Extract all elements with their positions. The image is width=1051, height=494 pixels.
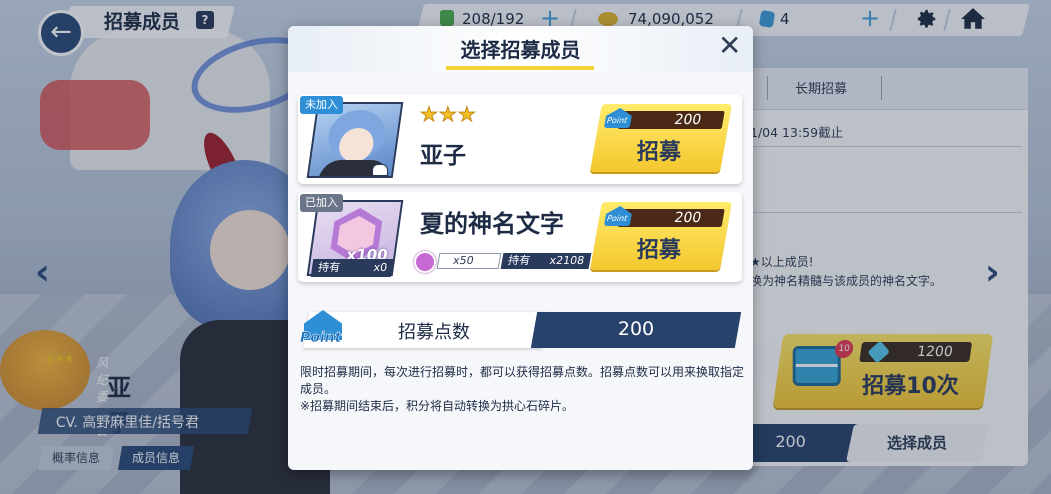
- recruit-points-bar: Point 招募点数 200: [298, 310, 742, 352]
- description-note: ※招募期间结束后，积分将自动转换为拱心石碎片。: [300, 399, 575, 413]
- select-recruit-member-dialog: 选择招募成员 ✕ 未加入 ★★★ 亚子 200 Point 招募 已加入 x10…: [288, 26, 753, 470]
- member-name: 亚子: [420, 143, 466, 169]
- close-icon[interactable]: ✕: [718, 32, 741, 60]
- point-logo-icon: Point: [298, 308, 346, 352]
- point-cost: 200: [617, 111, 725, 129]
- member-name: 夏的神名文字: [420, 210, 564, 238]
- description-line: 限时招募期间，每次进行招募时，都可以获得招募点数。招募点数可以用来换取指定成员。: [300, 365, 745, 396]
- recruit-label: 招募: [636, 140, 681, 165]
- recruit-label: 招募: [636, 238, 681, 263]
- status-badge: 未加入: [300, 96, 343, 114]
- fragment-owned: 持有 x0: [310, 259, 394, 277]
- dialog-title: 选择招募成员: [460, 38, 581, 62]
- link-icon: [372, 164, 388, 176]
- eligma-row: x50 持有 x2108: [414, 251, 592, 273]
- rarity-stars: ★★★: [420, 102, 477, 127]
- eligma-icon: [414, 251, 436, 273]
- recruit-description: 限时招募期间，每次进行招募时，都可以获得招募点数。招募点数可以用来换取指定成员。…: [300, 364, 746, 415]
- member-card: 未加入 ★★★ 亚子 200 Point 招募: [298, 94, 742, 184]
- recruit-points-label: 招募点数: [398, 322, 470, 343]
- title-underline: [446, 66, 594, 70]
- recruit-points-value: 200: [617, 318, 655, 340]
- status-badge: 已加入: [300, 194, 343, 212]
- eligma-count: x50: [436, 253, 502, 269]
- eligma-owned: 持有 x2108: [500, 253, 592, 269]
- member-card: 已加入 x100 持有 x0 夏的神名文字 x50 持有 x2108 200 Poi…: [298, 192, 742, 282]
- recruit-button[interactable]: 200 Point 招募: [590, 202, 732, 270]
- point-cost: 200: [617, 209, 725, 227]
- recruit-button[interactable]: 200 Point 招募: [590, 104, 732, 172]
